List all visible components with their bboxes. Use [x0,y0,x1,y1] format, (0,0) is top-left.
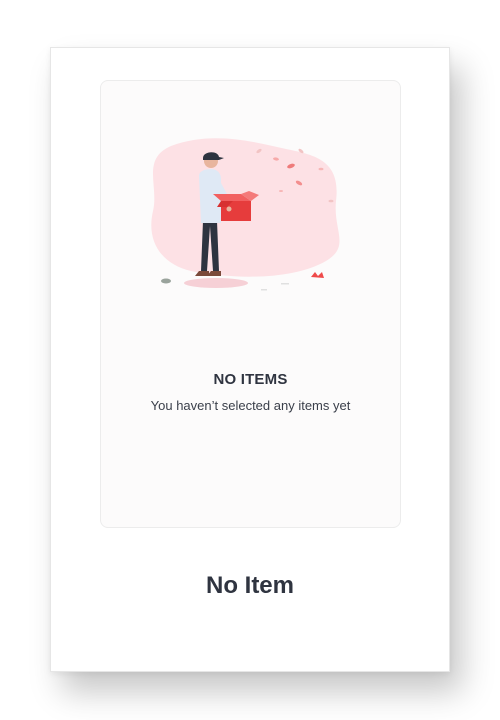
empty-state-panel: NO ITEMS You haven’t selected any items … [100,80,401,528]
person-holding-box-icon [151,138,340,291]
no-item-label: No Item [205,572,294,599]
empty-state-title: NO ITEMS [213,371,288,388]
no-item-card: NO ITEMS You haven’t selected any items … [50,47,450,672]
empty-state-subtitle: You haven’t selected any items yet [150,398,351,413]
